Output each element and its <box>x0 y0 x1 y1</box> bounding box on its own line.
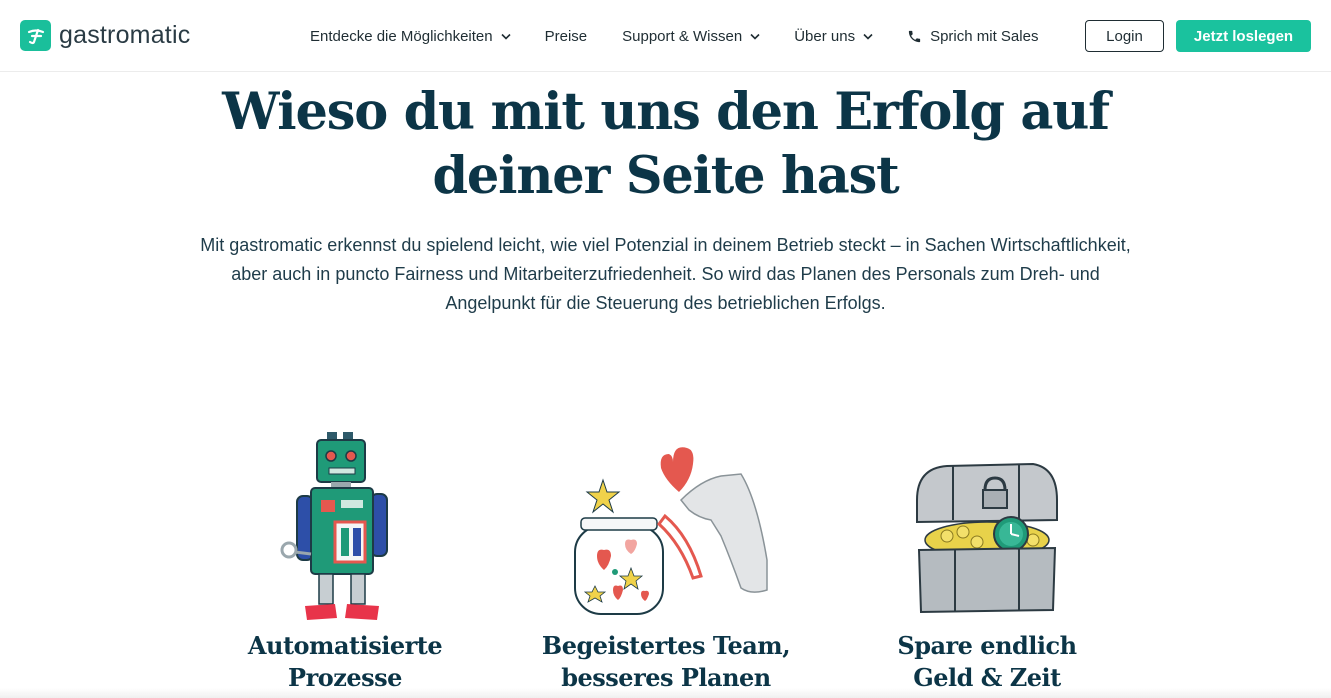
nav-item-label: Entdecke die Möglichkeiten <box>310 27 493 45</box>
brand-name: gastromatic <box>59 21 191 49</box>
feature-title-line: Spare endlich <box>897 631 1077 660</box>
chevron-down-icon <box>863 33 873 40</box>
robot-illustration <box>215 420 475 620</box>
nav-item-label: Preise <box>544 27 588 45</box>
page-title-line: deiner Seite hast <box>432 146 899 206</box>
brand-logo[interactable]: gastromatic <box>20 20 190 51</box>
get-started-button[interactable]: Jetzt loslegen <box>1176 20 1311 52</box>
intro-line: aber auch in puncto Fairness und Mitarbe… <box>231 264 1100 284</box>
scroll-shadow <box>0 688 1331 698</box>
site-header: gastromatic Entdecke die Möglichkeiten P… <box>0 0 1331 72</box>
gastromatic-logo-icon <box>20 20 51 51</box>
nav-item-label: Über uns <box>794 27 856 45</box>
intro-line: Mit gastromatic erkennst du spielend lei… <box>200 235 1131 255</box>
feature-automation: Automatisierte Prozesse <box>215 420 475 694</box>
page-title-line: Wieso du mit uns den Erfolg auf <box>222 82 1110 142</box>
feature-title-line: Automatisierte <box>247 631 443 660</box>
feature-title: Spare endlich Geld & Zeit <box>857 630 1117 694</box>
nav-item-prices[interactable]: Preise <box>545 0 588 72</box>
feature-title: Begeistertes Team, besseres Planen <box>536 630 796 694</box>
nav-item-discover[interactable]: Entdecke die Möglichkeiten <box>310 0 511 72</box>
nav-item-support[interactable]: Support & Wissen <box>622 0 760 72</box>
phone-icon <box>908 30 921 42</box>
login-button[interactable]: Login <box>1085 20 1164 52</box>
chevron-down-icon <box>501 33 511 40</box>
feature-title-line: Begeistertes Team, <box>541 631 791 660</box>
chevron-down-icon <box>750 33 760 40</box>
intro-paragraph: Mit gastromatic erkennst du spielend lei… <box>190 231 1141 318</box>
treasure-chest-illustration <box>857 420 1117 620</box>
nav-item-sales[interactable]: Sprich mit Sales <box>907 0 1038 72</box>
nav-item-about[interactable]: Über uns <box>794 0 873 72</box>
nav-item-label: Sprich mit Sales <box>930 27 1039 45</box>
feature-title: Automatisierte Prozesse <box>215 630 475 694</box>
feature-team: Begeistertes Team, besseres Planen <box>536 420 796 694</box>
heart-jar-illustration <box>536 420 796 620</box>
nav-item-label: Support & Wissen <box>622 27 743 45</box>
intro-line: Angelpunkt für die Steuerung des betrieb… <box>445 293 886 313</box>
page-title: Wieso du mit uns den Erfolg auf deiner S… <box>0 80 1331 208</box>
feature-savings: Spare endlich Geld & Zeit <box>857 420 1117 694</box>
main-nav: Entdecke die Möglichkeiten Preise Suppor… <box>310 0 1038 72</box>
